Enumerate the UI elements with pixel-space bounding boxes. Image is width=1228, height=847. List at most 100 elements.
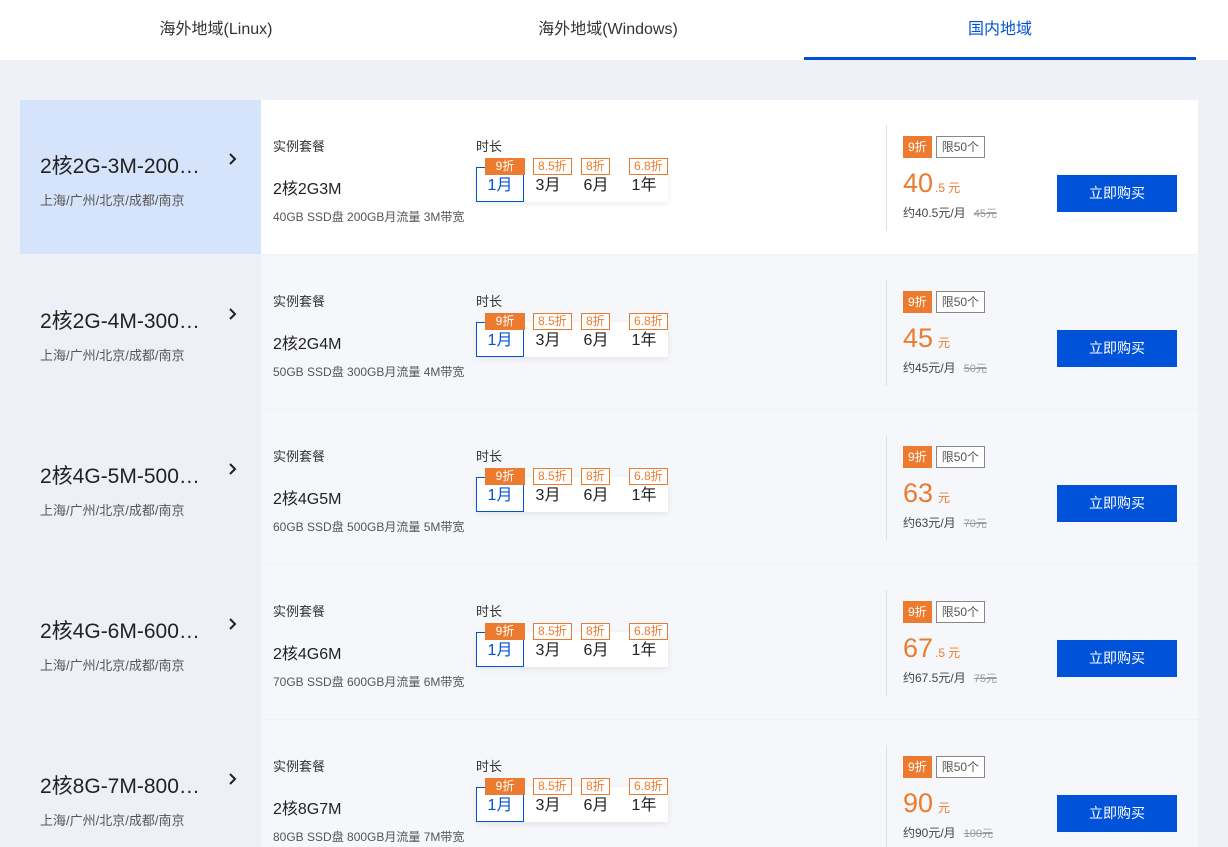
divider <box>886 280 887 386</box>
package-name: 2核4G5M <box>273 491 342 508</box>
limit-badge: 限50个 <box>935 446 986 468</box>
duration-option[interactable]: 8折 6月 <box>572 313 620 357</box>
per-month-text: 约40.5元/月 <box>903 206 966 220</box>
duration-selector: 9折 1月 8.5折 3月 8折 6月 6.8折 1年 <box>476 623 668 667</box>
price-unit: 元 <box>938 801 951 815</box>
package-desc: 70GB SSD盘 600GB月流量 6M带宽 <box>273 675 465 689</box>
price: 63 元 <box>903 478 950 509</box>
monthly-price: 约45元/月 50元 <box>903 359 987 376</box>
duration-label: 时长 <box>476 139 503 154</box>
per-month-text: 约45元/月 <box>903 361 956 375</box>
duration-option-label: 1月 <box>487 642 513 659</box>
duration-option[interactable]: 8折 6月 <box>572 623 620 667</box>
product-detail: 实例套餐 2核4G5M 60GB SSD盘 500GB月流量 5M带宽 时长 9… <box>261 410 1198 564</box>
product-name: 2核4G-5M-500G... <box>40 465 212 488</box>
discount-badge: 9折 <box>903 446 932 468</box>
product-summary[interactable]: 2核4G-5M-500G... 上海/广州/北京/成都/南京 <box>20 410 261 564</box>
duration-option[interactable]: 6.8折 1年 <box>620 158 668 202</box>
monthly-price: 约67.5元/月 75元 <box>903 669 997 686</box>
product-regions: 上海/广州/北京/成都/南京 <box>40 193 185 208</box>
duration-option[interactable]: 9折 1月 <box>476 468 525 512</box>
duration-option[interactable]: 8折 6月 <box>572 158 620 202</box>
buy-now-button[interactable]: 立即购买 <box>1057 795 1177 832</box>
price-integer: 40 <box>903 168 934 198</box>
buy-now-button[interactable]: 立即购买 <box>1057 175 1177 212</box>
duration-discount-tag: 8.5折 <box>533 158 572 175</box>
chevron-right-icon <box>229 463 237 475</box>
duration-option-label: 1年 <box>631 487 657 504</box>
tab-overseas-windows[interactable]: 海外地域(Windows) <box>412 0 804 60</box>
product-summary[interactable]: 2核4G-6M-600G... 上海/广州/北京/成都/南京 <box>20 565 261 719</box>
duration-selector: 9折 1月 8.5折 3月 8折 6月 6.8折 1年 <box>476 778 668 822</box>
duration-option[interactable]: 9折 1月 <box>476 158 525 202</box>
price-integer: 90 <box>903 788 934 818</box>
duration-option[interactable]: 9折 1月 <box>476 623 525 667</box>
package-desc: 50GB SSD盘 300GB月流量 4M带宽 <box>273 365 465 379</box>
price-unit: 元 <box>948 181 961 195</box>
promo-badges: 9折 限50个 <box>903 446 986 468</box>
product-detail: 实例套餐 2核8G7M 80GB SSD盘 800GB月流量 7M带宽 时长 9… <box>261 720 1198 847</box>
buy-now-button[interactable]: 立即购买 <box>1057 640 1177 677</box>
divider <box>886 745 887 847</box>
divider <box>886 125 887 231</box>
duration-option[interactable]: 8折 6月 <box>572 468 620 512</box>
duration-option[interactable]: 9折 1月 <box>476 778 525 822</box>
tab-domestic[interactable]: 国内地域 <box>804 0 1196 60</box>
duration-label: 时长 <box>476 759 503 774</box>
buy-now-button[interactable]: 立即购买 <box>1057 485 1177 522</box>
duration-option[interactable]: 8.5折 3月 <box>524 158 572 202</box>
limit-badge: 限50个 <box>935 601 986 623</box>
duration-option[interactable]: 6.8折 1年 <box>620 778 668 822</box>
price-integer: 63 <box>903 478 934 508</box>
divider <box>886 435 887 541</box>
package-name: 2核2G3M <box>273 181 342 198</box>
duration-option-label: 1年 <box>631 797 657 814</box>
product-name: 2核2G-4M-300G... <box>40 310 212 333</box>
duration-option[interactable]: 8.5折 3月 <box>524 313 572 357</box>
duration-option-label: 1月 <box>487 332 513 349</box>
price-integer: 67 <box>903 633 934 663</box>
duration-option[interactable]: 9折 1月 <box>476 313 525 357</box>
product-regions: 上海/广州/北京/成都/南京 <box>40 658 185 673</box>
duration-option[interactable]: 8.5折 3月 <box>524 778 572 822</box>
duration-option[interactable]: 6.8折 1年 <box>620 468 668 512</box>
original-price: 50元 <box>963 363 987 375</box>
duration-option-label: 3月 <box>535 487 561 504</box>
duration-label: 时长 <box>476 604 503 619</box>
tab-overseas-linux[interactable]: 海外地域(Linux) <box>20 0 412 60</box>
discount-badge: 9折 <box>903 136 932 158</box>
package-label: 实例套餐 <box>273 449 326 464</box>
duration-option[interactable]: 8.5折 3月 <box>524 623 572 667</box>
duration-selector: 9折 1月 8.5折 3月 8折 6月 6.8折 1年 <box>476 158 668 202</box>
duration-option-label: 6月 <box>583 642 609 659</box>
duration-option[interactable]: 6.8折 1年 <box>620 623 668 667</box>
duration-discount-tag: 9折 <box>485 778 525 795</box>
product-name: 2核8G-7M-800G... <box>40 775 212 798</box>
product-card: 2核4G-5M-500G... 上海/广州/北京/成都/南京 实例套餐 2核4G… <box>20 410 1198 565</box>
duration-discount-tag: 8折 <box>581 778 610 795</box>
product-summary[interactable]: 2核2G-4M-300G... 上海/广州/北京/成都/南京 <box>20 255 261 409</box>
duration-discount-tag: 8折 <box>581 313 610 330</box>
buy-now-button[interactable]: 立即购买 <box>1057 330 1177 367</box>
duration-discount-tag: 9折 <box>485 468 525 485</box>
promo-badges: 9折 限50个 <box>903 601 986 623</box>
duration-option[interactable]: 8.5折 3月 <box>524 468 572 512</box>
duration-discount-tag: 9折 <box>485 158 525 175</box>
discount-badge: 9折 <box>903 756 932 778</box>
duration-option-label: 1月 <box>487 487 513 504</box>
product-detail: 实例套餐 2核2G3M 40GB SSD盘 200GB月流量 3M带宽 时长 9… <box>261 100 1198 254</box>
monthly-price: 约90元/月 100元 <box>903 824 993 841</box>
discount-badge: 9折 <box>903 601 932 623</box>
duration-option-label: 3月 <box>535 332 561 349</box>
promo-badges: 9折 限50个 <box>903 291 986 313</box>
price-unit: 元 <box>938 336 951 350</box>
product-detail: 实例套餐 2核2G4M 50GB SSD盘 300GB月流量 4M带宽 时长 9… <box>261 255 1198 409</box>
duration-option[interactable]: 6.8折 1年 <box>620 313 668 357</box>
duration-discount-tag: 6.8折 <box>629 158 668 175</box>
price: 67.5 元 <box>903 633 960 664</box>
product-summary[interactable]: 2核8G-7M-800G... 上海/广州/北京/成都/南京 <box>20 720 261 847</box>
limit-badge: 限50个 <box>935 136 986 158</box>
product-summary[interactable]: 2核2G-3M-200G... 上海/广州/北京/成都/南京 <box>20 100 261 254</box>
duration-discount-tag: 8.5折 <box>533 313 572 330</box>
duration-option[interactable]: 8折 6月 <box>572 778 620 822</box>
